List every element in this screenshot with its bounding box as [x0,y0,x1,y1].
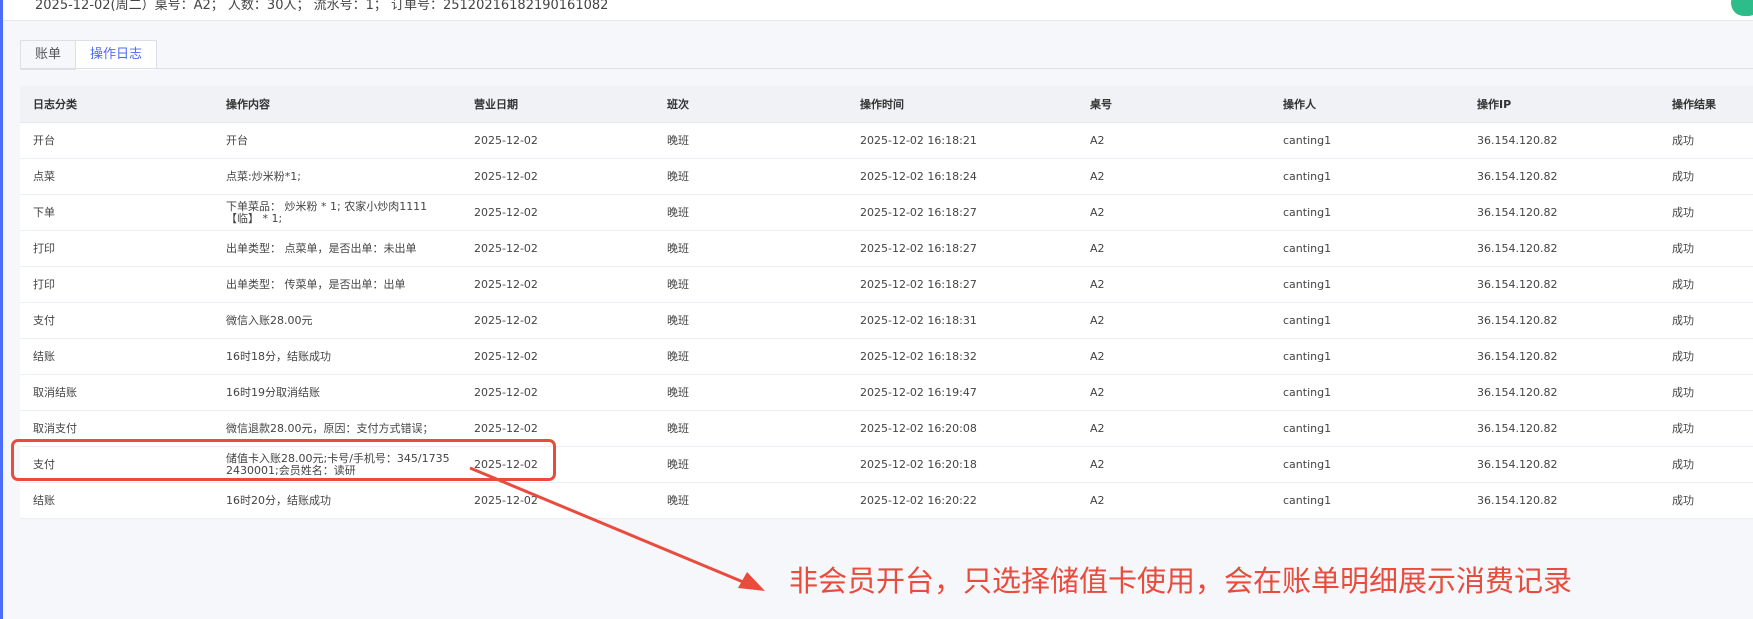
annotation-arrow-icon [469,466,765,591]
annotation-text: 非会员开台，只选择储值卡使用，会在账单明细展示消费记录 [789,564,1573,598]
